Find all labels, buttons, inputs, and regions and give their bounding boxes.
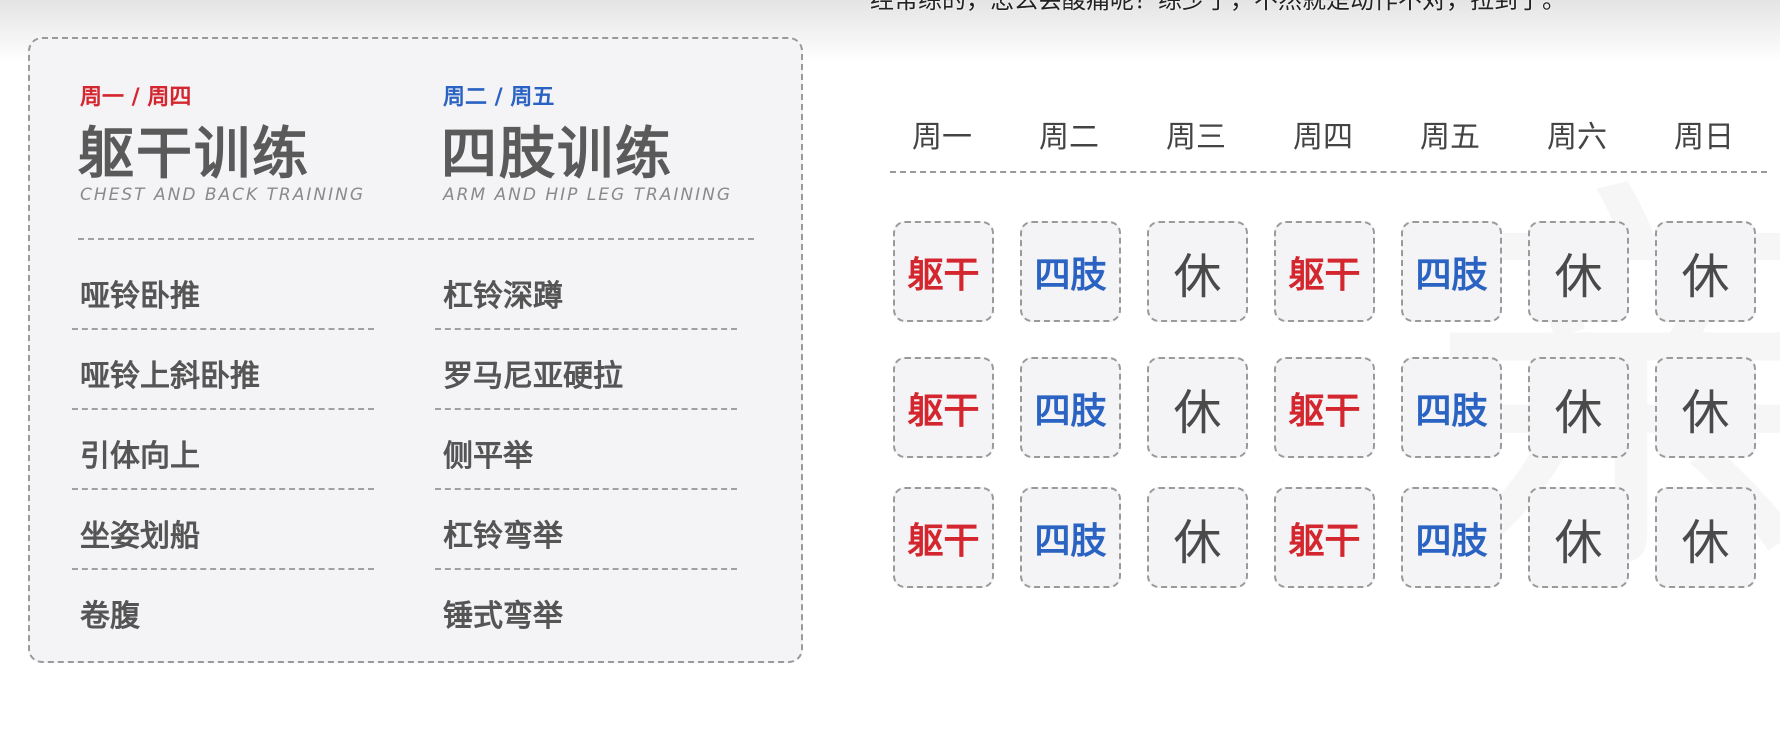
exercise-label: 哑铃上斜卧推 [80,359,260,394]
header-divider [78,238,754,240]
exercise-label: 锤式弯举 [443,599,563,634]
schedule-cell-torso: 躯干 [1274,221,1375,322]
torso-days-label: 周一 / 周四 [80,85,192,110]
divider [435,408,737,410]
schedule-cell-limbs: 四肢 [1401,221,1502,322]
schedule-cell-torso: 躯干 [1274,357,1375,458]
schedule-cell-torso: 躯干 [1274,487,1375,588]
schedule-cell-limbs: 四肢 [1020,221,1121,322]
video-subtitle-caption: 经常练的，怎么会酸痛呢？练少了，不然就是动作不对，拉到了。 [870,0,1566,14]
exercise-label: 侧平举 [443,439,533,474]
exercise-item: 哑铃上斜卧推 [72,331,380,411]
schedule-cell-limbs: 四肢 [1020,357,1121,458]
weekday-label: 周三 [1166,120,1226,155]
exercise-item: 哑铃卧推 [72,251,380,331]
exercise-label: 杠铃弯举 [443,519,563,554]
schedule-cell-rest: 休 [1528,487,1629,588]
exercise-item: 杠铃深蹲 [435,251,743,331]
exercise-item: 坐姿划船 [72,491,380,571]
limbs-subtitle-en: ARM AND HIP LEG TRAINING [443,185,733,205]
divider [72,408,374,410]
exercise-label: 罗马尼亚硬拉 [443,359,623,394]
weekday-label: 周一 [912,120,972,155]
exercise-label: 引体向上 [80,439,200,474]
exercise-label: 卷腹 [80,599,140,634]
schedule-cell-rest: 休 [1528,357,1629,458]
weekday-label: 周六 [1547,120,1607,155]
divider [72,568,374,570]
exercise-item: 引体向上 [72,411,380,491]
exercise-item: 侧平举 [435,411,743,491]
limbs-days-label: 周二 / 周五 [443,85,555,110]
exercise-item: 锤式弯举 [443,571,743,651]
divider [435,488,737,490]
torso-title: 躯干训练 [78,121,310,187]
limbs-title: 四肢训练 [441,121,673,187]
weekday-label: 周四 [1293,120,1353,155]
schedule-cell-limbs: 四肢 [1401,357,1502,458]
schedule-cell-limbs: 四肢 [1020,487,1121,588]
schedule-cell-rest: 休 [1147,357,1248,458]
exercise-item: 卷腹 [80,571,380,651]
schedule-cell-rest: 休 [1655,221,1756,322]
weekday-label: 周五 [1420,120,1480,155]
exercise-item: 杠铃弯举 [435,491,743,571]
schedule-cell-rest: 休 [1147,487,1248,588]
schedule-cell-rest: 休 [1655,357,1756,458]
weekday-header-row: 周一 周二 周三 周四 周五 周六 周日 [890,112,1780,155]
exercise-label: 坐姿划船 [80,519,200,554]
divider [72,328,374,330]
exercise-label: 杠铃深蹲 [443,279,563,314]
exercise-label: 哑铃卧推 [80,279,200,314]
weekday-label: 周日 [1674,120,1734,155]
divider [435,328,737,330]
schedule-cell-rest: 休 [1655,487,1756,588]
training-plan-panel: 周一 / 周四 躯干训练 CHEST AND BACK TRAINING 哑铃卧… [28,37,803,663]
divider [72,488,374,490]
exercise-item: 罗马尼亚硬拉 [435,331,743,411]
weekday-label: 周二 [1039,120,1099,155]
schedule-cell-rest: 休 [1147,221,1248,322]
schedule-cell-torso: 躯干 [893,221,994,322]
schedule-cell-torso: 躯干 [893,357,994,458]
divider [435,568,737,570]
torso-subtitle-en: CHEST AND BACK TRAINING [80,185,365,205]
schedule-cell-limbs: 四肢 [1401,487,1502,588]
schedule-divider [890,171,1767,173]
schedule-cell-rest: 休 [1528,221,1629,322]
schedule-cell-torso: 躯干 [893,487,994,588]
